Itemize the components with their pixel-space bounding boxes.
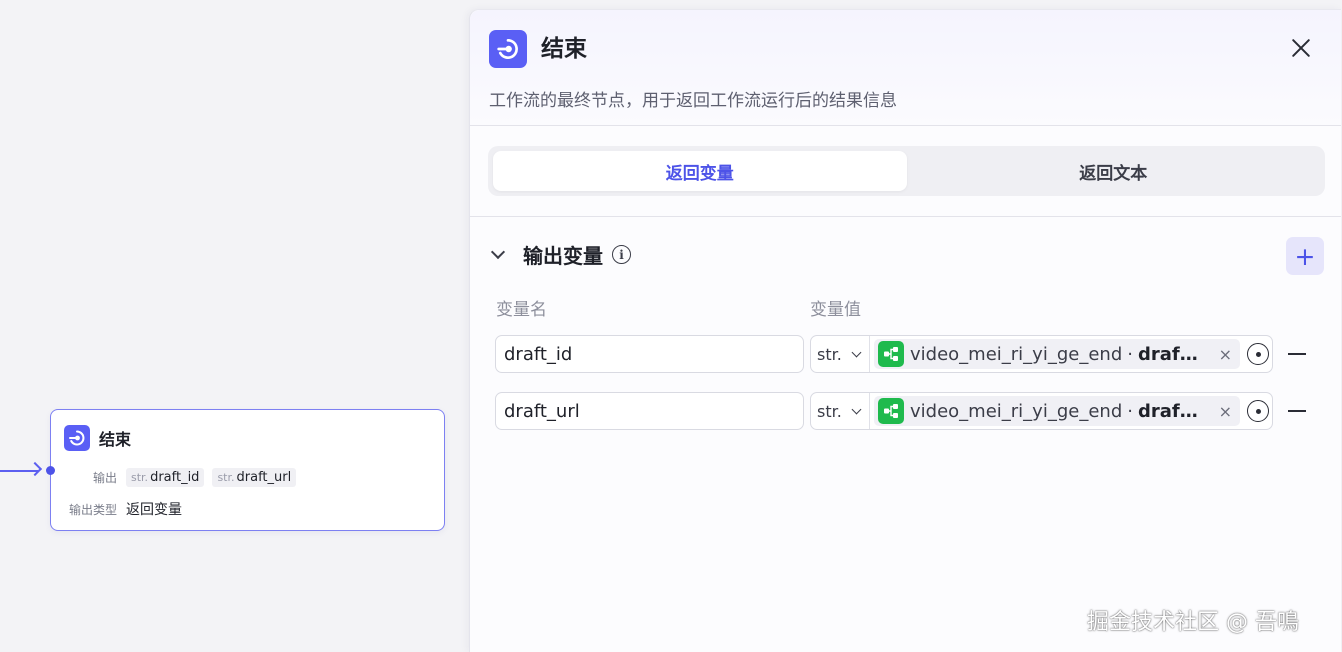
chevron-down-icon bbox=[851, 347, 862, 357]
variable-name-input[interactable] bbox=[495, 335, 804, 373]
add-variable-button[interactable]: + bbox=[1286, 237, 1324, 275]
tab-return-text[interactable]: 返回文本 bbox=[907, 151, 1321, 191]
reference-separator: · bbox=[1127, 400, 1133, 422]
workflow-node-icon bbox=[878, 341, 904, 367]
variable-row: str. video_mei_ri_yi_ge_end · draft_url … bbox=[470, 392, 1341, 432]
reference-node-name: video_mei_ri_yi_ge_end bbox=[910, 343, 1123, 365]
reference-separator: · bbox=[1127, 343, 1133, 365]
panel-header: 结束 工作流的最终节点，用于返回工作流运行后的结果信息 bbox=[470, 10, 1341, 126]
node-title: 结束 bbox=[99, 430, 132, 449]
end-node-card[interactable]: 结束 输出 str. draft_id str. draft_url 输出类型 … bbox=[46, 409, 445, 531]
node-output-row: 输出 str. draft_id str. draft_url bbox=[51, 468, 297, 487]
clear-reference-icon[interactable]: × bbox=[1219, 345, 1236, 364]
clear-reference-icon[interactable]: × bbox=[1219, 402, 1236, 421]
reference-variable-name: draft_url bbox=[1137, 400, 1206, 422]
end-node-icon bbox=[489, 30, 527, 68]
output-pill: str. draft_id bbox=[126, 468, 205, 487]
end-node-icon bbox=[64, 425, 90, 451]
node-output-type-row: 输出类型 返回变量 bbox=[51, 499, 182, 519]
output-mode-tabs: 返回变量 返回文本 bbox=[488, 146, 1325, 196]
output-name: draft_id bbox=[150, 470, 200, 485]
output-type: str. bbox=[217, 471, 235, 484]
variable-value-field[interactable]: str. video_mei_ri_yi_ge_end · draft_url … bbox=[810, 392, 1273, 430]
variable-reference-tag[interactable]: video_mei_ri_yi_ge_end · draft_id × bbox=[874, 339, 1240, 369]
output-variables-section-header[interactable]: 输出变量 i bbox=[490, 240, 631, 269]
panel-title[interactable]: 结束 bbox=[541, 32, 587, 66]
variable-name-input[interactable] bbox=[495, 392, 804, 430]
type-select[interactable]: str. bbox=[811, 336, 870, 372]
variable-reference-tag[interactable]: video_mei_ri_yi_ge_end · draft_url × bbox=[874, 396, 1240, 426]
panel-description: 工作流的最终节点，用于返回工作流运行后的结果信息 bbox=[489, 91, 897, 111]
output-type: str. bbox=[131, 471, 149, 484]
chevron-down-icon[interactable] bbox=[490, 244, 506, 260]
watermark: 掘金技术社区 @ 吾鳴 bbox=[1087, 610, 1299, 635]
variable-picker-icon[interactable] bbox=[1247, 400, 1269, 422]
type-select-value: str. bbox=[817, 344, 842, 364]
node-config-panel: 结束 工作流的最终节点，用于返回工作流运行后的结果信息 返回变量 返回文本 输出… bbox=[469, 9, 1341, 652]
variable-value-field[interactable]: str. video_mei_ri_yi_ge_end · draft_id × bbox=[810, 335, 1273, 373]
divider bbox=[470, 216, 1341, 217]
node-output-type-label: 输出类型 bbox=[68, 502, 117, 517]
reference-node-name: video_mei_ri_yi_ge_end bbox=[910, 400, 1123, 422]
node-output-label: 输出 bbox=[92, 471, 117, 485]
variable-row: str. video_mei_ri_yi_ge_end · draft_id × bbox=[470, 335, 1341, 375]
node-header: 结束 bbox=[64, 425, 131, 451]
remove-variable-button[interactable] bbox=[1288, 353, 1306, 355]
info-icon[interactable]: i bbox=[612, 245, 631, 264]
column-header-value: 变量值 bbox=[810, 300, 861, 320]
section-title: 输出变量 bbox=[523, 244, 603, 268]
close-icon[interactable] bbox=[1288, 35, 1314, 61]
type-select-value: str. bbox=[817, 401, 842, 421]
remove-variable-button[interactable] bbox=[1288, 410, 1306, 412]
output-name: draft_url bbox=[236, 470, 292, 485]
output-pill: str. draft_url bbox=[212, 468, 297, 487]
chevron-down-icon bbox=[851, 404, 862, 414]
workflow-node-icon bbox=[878, 398, 904, 424]
type-select[interactable]: str. bbox=[811, 393, 870, 429]
column-header-name: 变量名 bbox=[496, 300, 547, 320]
edge-arrow-icon bbox=[27, 461, 43, 477]
node-output-type-value: 返回变量 bbox=[126, 502, 182, 518]
tab-return-variables[interactable]: 返回变量 bbox=[493, 151, 907, 191]
variable-picker-icon[interactable] bbox=[1247, 343, 1269, 365]
reference-variable-name: draft_id bbox=[1137, 343, 1206, 365]
